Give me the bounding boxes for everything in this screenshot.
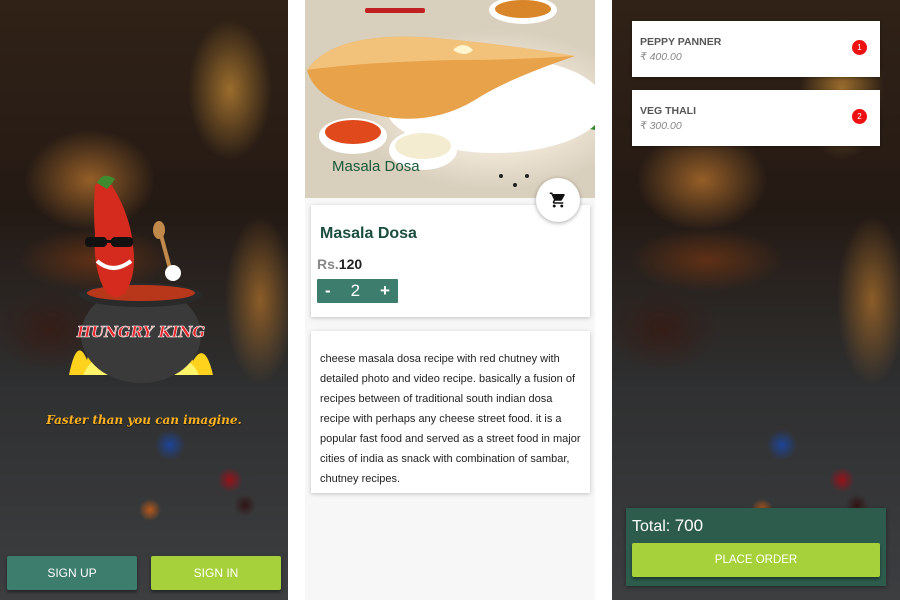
- cart-item-price: ₹ 400.00: [640, 51, 682, 63]
- cart-screen: PEPPY PANNER ₹ 400.00 1 VEG THALI ₹ 300.…: [612, 0, 900, 600]
- chili-mascot-icon: HUNGRY KING: [69, 175, 213, 383]
- sign-in-button[interactable]: SIGN IN: [151, 556, 281, 590]
- place-order-button[interactable]: PLACE ORDER: [632, 543, 880, 577]
- product-info-card: Masala Dosa Rs.120 - 2 +: [311, 205, 590, 317]
- product-price: Rs.120: [317, 256, 362, 272]
- hungry-king-logo: HUNGRY KING: [55, 175, 225, 400]
- app-screens: HUNGRY KING Faster than you can imagine.…: [0, 0, 900, 600]
- increase-quantity-button[interactable]: +: [380, 281, 390, 301]
- order-total-panel: Total: 700 PLACE ORDER: [626, 508, 886, 586]
- logo-brand-text: HUNGRY KING: [76, 323, 205, 341]
- add-to-cart-button[interactable]: [536, 178, 580, 222]
- hero-caption: Masala Dosa: [332, 158, 420, 175]
- total-value: 700: [674, 516, 704, 535]
- cart-item-quantity-badge: 1: [852, 40, 867, 55]
- splash-screen: HUNGRY KING Faster than you can imagine.…: [0, 0, 288, 600]
- cart-item[interactable]: PEPPY PANNER ₹ 400.00 1: [632, 21, 880, 77]
- product-title: Masala Dosa: [320, 225, 417, 242]
- shopping-cart-icon: [549, 192, 565, 208]
- cart-item[interactable]: VEG THALI ₹ 300.00 2: [632, 90, 880, 146]
- sign-up-button[interactable]: SIGN UP: [7, 556, 137, 590]
- price-currency: Rs.: [317, 256, 339, 272]
- cart-item-name: VEG THALI: [640, 105, 697, 117]
- decrease-quantity-button[interactable]: -: [325, 281, 331, 301]
- tagline: Faster than you can imagine.: [46, 413, 242, 427]
- total-label: Total:: [632, 518, 671, 535]
- cart-item-name: PEPPY PANNER: [640, 36, 722, 48]
- product-description: cheese masala dosa recipe with red chutn…: [320, 353, 581, 485]
- cart-item-price: ₹ 300.00: [640, 120, 682, 132]
- order-total: Total: 700: [632, 516, 703, 536]
- product-description-card: cheese masala dosa recipe with red chutn…: [311, 331, 590, 493]
- price-value: 120: [338, 256, 363, 272]
- quantity-stepper: - 2 +: [317, 279, 398, 303]
- cart-item-quantity-badge: 2: [852, 109, 867, 124]
- product-detail-screen: Masala Dosa Masala Dosa Rs.120 - 2 + che…: [305, 0, 595, 600]
- quantity-value: 2: [350, 281, 361, 300]
- product-hero-image: Masala Dosa: [305, 0, 595, 198]
